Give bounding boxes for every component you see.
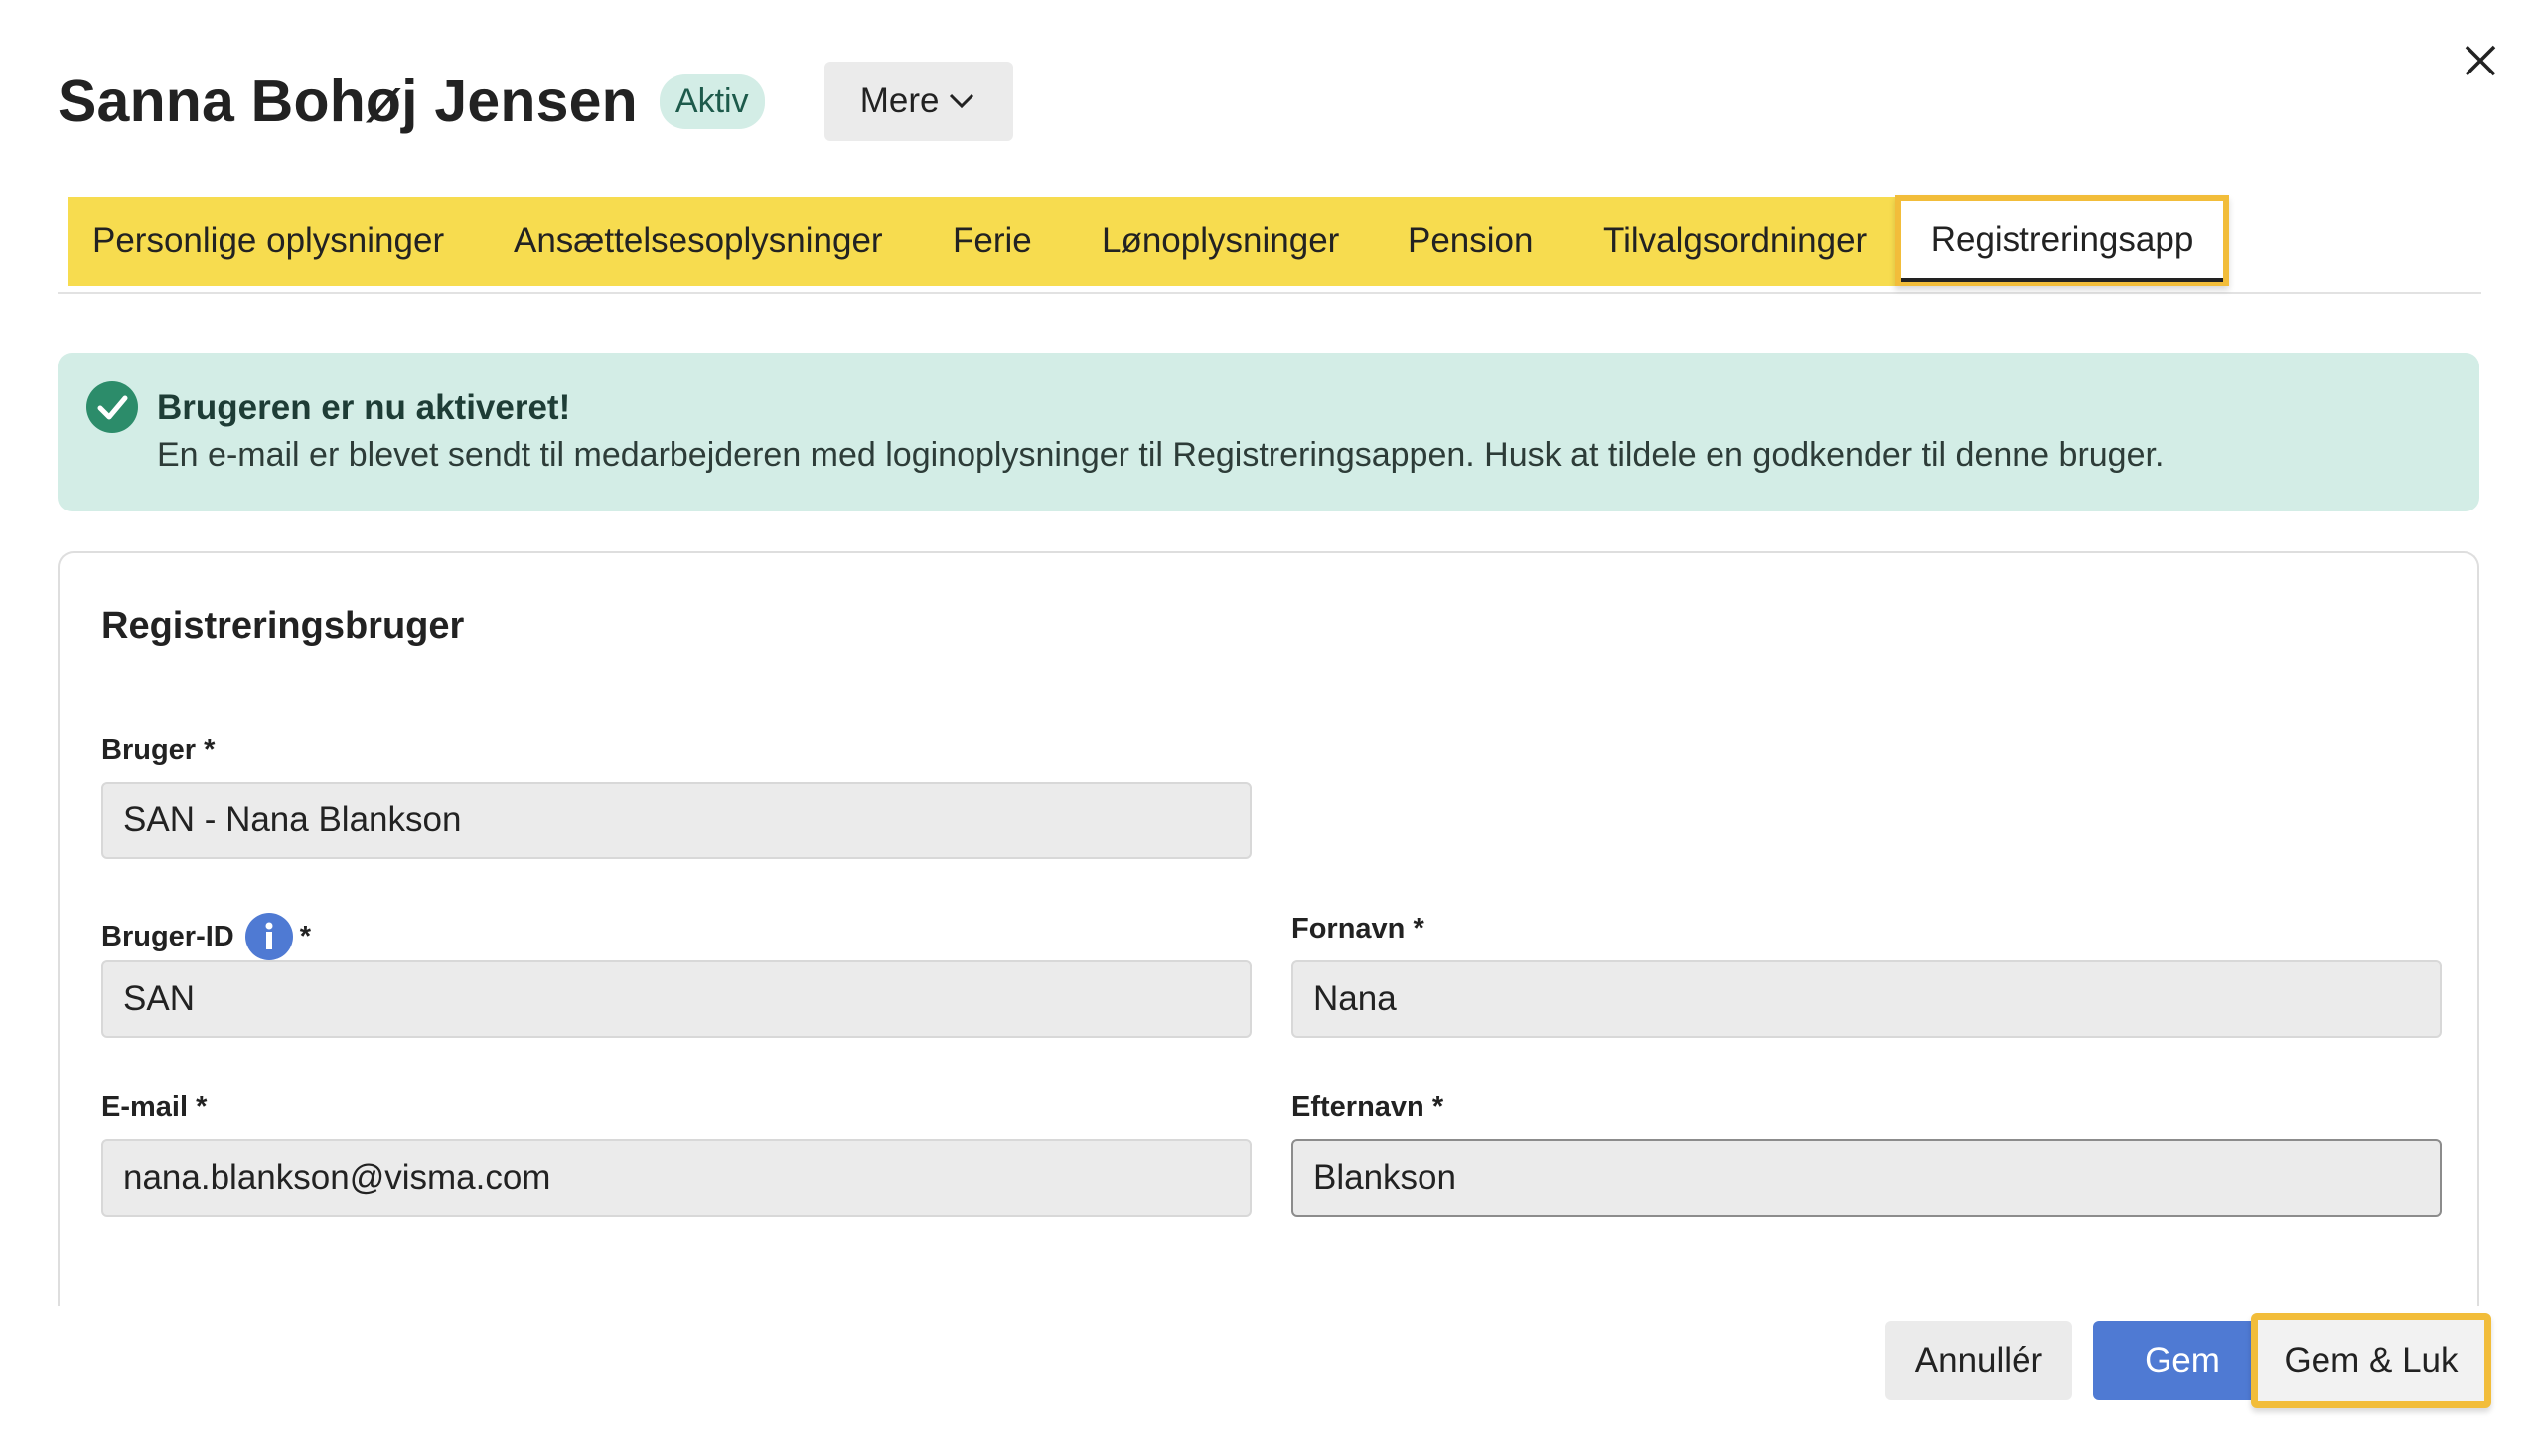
employee-name: Sanna Bohøj Jensen: [58, 69, 638, 134]
registration-user-card: Registreringsbruger Bruger * SAN - Nana …: [58, 551, 2479, 1306]
info-icon[interactable]: [244, 912, 294, 961]
tab-ferie[interactable]: Ferie: [953, 197, 1032, 286]
tab-personlige-oplysninger[interactable]: Personlige oplysninger: [92, 197, 444, 286]
required-mark: *: [299, 920, 312, 952]
section-title: Registreringsbruger: [101, 605, 465, 647]
bruger-label: Bruger *: [101, 734, 216, 766]
bruger-id-label: Bruger-ID: [101, 920, 234, 952]
success-alert: Brugeren er nu aktiveret! En e-mail er b…: [58, 353, 2479, 511]
check-circle-icon: [86, 381, 138, 433]
email-label: E-mail *: [101, 1092, 208, 1123]
tab-lonoplysninger[interactable]: Lønoplysninger: [1102, 197, 1339, 286]
bruger-id-field[interactable]: SAN: [101, 960, 1252, 1038]
more-button-label: Mere: [859, 81, 940, 120]
efternavn-label: Efternavn *: [1291, 1092, 1444, 1123]
tab-pension[interactable]: Pension: [1408, 197, 1533, 286]
tab-tilvalgsordninger[interactable]: Tilvalgsordninger: [1603, 197, 1867, 286]
fornavn-field[interactable]: Nana: [1291, 960, 2442, 1038]
dialog-header: Sanna Bohøj Jensen Aktiv Mere: [58, 62, 1013, 141]
bruger-field[interactable]: SAN - Nana Blankson: [101, 782, 1252, 859]
tab-registreringsapp[interactable]: Registreringsapp: [1895, 195, 2229, 286]
alert-message: En e-mail er blevet sendt til medarbejde…: [157, 436, 2165, 474]
more-dropdown-button[interactable]: Mere: [823, 62, 1013, 141]
save-button[interactable]: Gem: [2093, 1321, 2272, 1400]
fornavn-label: Fornavn *: [1291, 913, 1424, 945]
email-field[interactable]: nana.blankson@visma.com: [101, 1139, 1252, 1217]
save-and-close-button[interactable]: Gem & Luk: [2251, 1313, 2491, 1408]
tab-bar: Personlige oplysninger Ansættelsesoplysn…: [58, 195, 2481, 294]
chevron-down-icon: [950, 93, 974, 109]
tab-ansaettelsesoplysninger[interactable]: Ansættelsesoplysninger: [514, 197, 883, 286]
efternavn-field[interactable]: Blankson: [1291, 1139, 2442, 1217]
close-icon[interactable]: [2458, 38, 2503, 83]
status-badge: Aktiv: [659, 73, 765, 129]
alert-title: Brugeren er nu aktiveret!: [157, 388, 571, 427]
bruger-id-label-group: Bruger-ID *: [101, 909, 311, 964]
cancel-button[interactable]: Annullér: [1885, 1321, 2072, 1400]
